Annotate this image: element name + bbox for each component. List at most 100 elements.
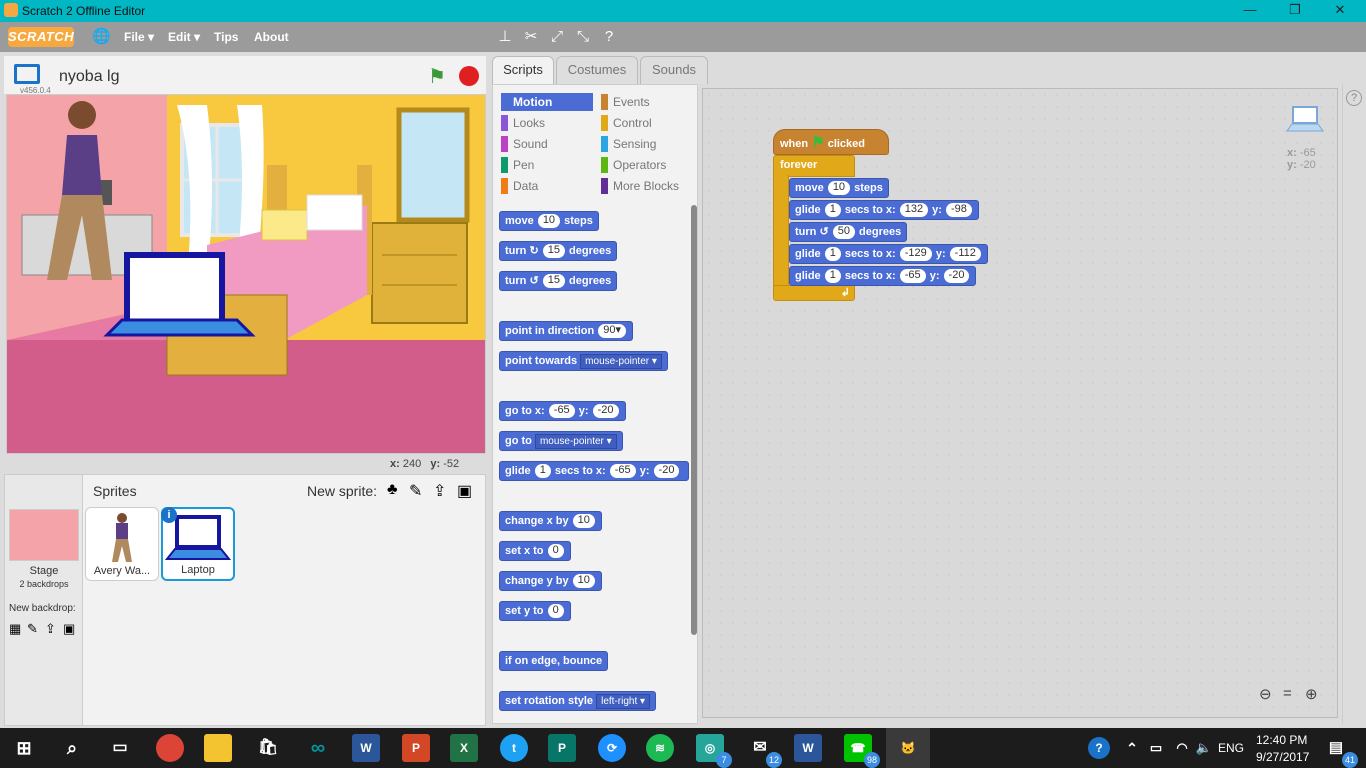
sprite-laptop[interactable]: i Laptop [161, 507, 235, 581]
block-set-x[interactable]: set x to 0 [499, 541, 571, 561]
script-turn-block[interactable]: turn ↺ 50 degrees [789, 222, 908, 242]
maximize-button[interactable]: ❐ [1275, 2, 1315, 20]
sprite-avery[interactable]: Avery Wa... [85, 507, 159, 581]
tab-sounds[interactable]: Sounds [640, 56, 708, 84]
windows-start-icon[interactable]: ⊞ [10, 734, 38, 762]
mail-icon[interactable]: ✉ 12 [746, 734, 782, 768]
camera-backdrop-icon[interactable]: ▣ [63, 621, 75, 637]
search-icon[interactable]: ⌕ [58, 734, 86, 762]
publisher-icon[interactable]: P [548, 734, 576, 762]
block-rotation-style[interactable]: set rotation style left-right ▾ [499, 691, 657, 711]
clock-date[interactable]: 9/27/2017 [1256, 750, 1309, 764]
camera-sprite-icon[interactable]: ▣ [457, 481, 472, 501]
block-turn-left[interactable]: turn ↺ 15 degrees [499, 271, 618, 291]
chrome-icon[interactable] [156, 734, 184, 762]
sprites-header: Sprites [93, 483, 137, 499]
upload-backdrop-icon[interactable]: ⇪ [45, 621, 56, 637]
excel-icon[interactable]: X [450, 734, 478, 762]
battery-icon[interactable]: ▭ [1142, 734, 1170, 762]
category-looks[interactable]: Looks [501, 114, 545, 132]
category-data[interactable]: Data [501, 177, 538, 195]
block-turn-right[interactable]: turn ↻ 15 degrees [499, 241, 618, 261]
palette-scrollbar[interactable] [691, 205, 697, 635]
powerpoint-icon[interactable]: P [402, 734, 430, 762]
category-control[interactable]: Control [601, 114, 652, 132]
minimize-button[interactable]: — [1230, 2, 1270, 20]
scripts-area[interactable]: when ⚑ clicked forever ↲ move 10 steps g… [702, 88, 1338, 718]
zoom-reset-icon[interactable]: = [1283, 685, 1292, 702]
sync-icon[interactable]: ⟳ [598, 734, 626, 762]
script-move-block[interactable]: move 10 steps [789, 178, 889, 198]
word-icon[interactable]: W [352, 734, 380, 762]
block-set-y[interactable]: set y to 0 [499, 601, 571, 621]
duplicate-stamp-icon[interactable]: ⊥ [496, 28, 514, 46]
sprite-info-icon[interactable]: i [161, 507, 177, 523]
block-go-to[interactable]: go to mouse-pointer ▾ [499, 431, 623, 451]
category-sensing[interactable]: Sensing [601, 135, 656, 153]
block-change-y[interactable]: change y by 10 [499, 571, 602, 591]
sprite-library-icon[interactable]: ♣ [387, 481, 398, 499]
category-motion[interactable]: Motion [501, 93, 593, 111]
project-name[interactable]: nyoba lg [59, 68, 120, 86]
zoom-in-icon[interactable]: ⊕ [1305, 685, 1318, 703]
scratch-logo[interactable]: SCRATCH [8, 27, 74, 47]
spotify-icon[interactable]: ≋ [646, 734, 674, 762]
help-icon[interactable]: ? [600, 28, 618, 46]
edit-menu[interactable]: Edit ▾ [168, 30, 200, 44]
category-more-blocks[interactable]: More Blocks [601, 177, 679, 195]
word-icon-2[interactable]: W [794, 734, 822, 762]
script-glide-block-2[interactable]: glide 1 secs to x: -129 y: -112 [789, 244, 988, 264]
window-title: Scratch 2 Offline Editor [22, 4, 146, 18]
stage-thumbnail[interactable] [9, 509, 79, 561]
paint-backdrop-icon[interactable]: ✎ [27, 621, 38, 637]
block-glide[interactable]: glide 1 secs to x: -65 y: -20 [499, 461, 689, 481]
sprite-position-readout: x: -65 y: -20 [1287, 147, 1316, 171]
zoom-out-icon[interactable]: ⊖ [1259, 685, 1272, 703]
globe-icon[interactable]: 🌐 [92, 28, 111, 46]
script-glide-block-3[interactable]: glide 1 secs to x: -65 y: -20 [789, 266, 977, 286]
line-icon[interactable]: ☎ 98 [844, 734, 880, 768]
green-flag-icon[interactable]: ⚑ [428, 64, 446, 89]
upload-sprite-icon[interactable]: ⇪ [433, 481, 446, 501]
block-point-in-direction[interactable]: point in direction 90▾ [499, 321, 634, 341]
instagram-icon[interactable]: ◎ 7 [696, 734, 732, 768]
when-flag-clicked-block[interactable]: when ⚑ clicked [773, 129, 889, 155]
stop-icon[interactable] [459, 66, 479, 86]
store-icon[interactable]: 🛍 [254, 734, 282, 762]
category-events[interactable]: Events [601, 93, 650, 111]
close-button[interactable]: ✕ [1320, 2, 1360, 20]
shrink-icon[interactable]: ⤡ [574, 28, 592, 46]
file-menu[interactable]: File ▾ [124, 30, 154, 44]
stage[interactable] [6, 94, 486, 454]
tips-menu[interactable]: Tips [214, 30, 238, 44]
category-operators[interactable]: Operators [601, 156, 666, 174]
twitter-icon[interactable]: t [500, 734, 528, 762]
backdrop-library-icon[interactable]: ▦ [9, 621, 21, 637]
forever-block[interactable]: forever [773, 155, 855, 177]
scratch-taskbar-icon[interactable]: 🐱 [886, 728, 930, 768]
block-bounce[interactable]: if on edge, bounce [499, 651, 609, 671]
about-menu[interactable]: About [254, 30, 289, 44]
file-explorer-icon[interactable] [204, 734, 232, 762]
block-point-towards[interactable]: point towards mouse-pointer ▾ [499, 351, 668, 371]
arduino-icon[interactable]: ∞ [304, 734, 332, 762]
volume-icon[interactable]: 🔈 [1190, 734, 1218, 762]
delete-scissors-icon[interactable]: ✂ [522, 28, 540, 46]
help-tray-icon[interactable]: ? [1088, 737, 1110, 759]
fullscreen-icon[interactable] [14, 64, 40, 84]
script-glide-block-1[interactable]: glide 1 secs to x: 132 y: -98 [789, 200, 979, 220]
notifications-icon[interactable]: ▤ 41 [1322, 734, 1358, 768]
block-go-to-xy[interactable]: go to x: -65 y: -20 [499, 401, 626, 421]
task-view-icon[interactable]: ▭ [106, 734, 134, 762]
clock-time[interactable]: 12:40 PM [1256, 733, 1307, 747]
block-change-x[interactable]: change x by 10 [499, 511, 602, 531]
category-sound[interactable]: Sound [501, 135, 548, 153]
block-move[interactable]: move 10 steps [499, 211, 599, 231]
tab-scripts[interactable]: Scripts [492, 56, 554, 84]
language-indicator[interactable]: ENG [1218, 741, 1244, 755]
tab-costumes[interactable]: Costumes [556, 56, 638, 84]
paint-sprite-icon[interactable]: ✎ [409, 481, 422, 501]
help-icon[interactable]: ? [1346, 90, 1362, 106]
grow-icon[interactable]: ⤢ [548, 28, 566, 46]
category-pen[interactable]: Pen [501, 156, 534, 174]
